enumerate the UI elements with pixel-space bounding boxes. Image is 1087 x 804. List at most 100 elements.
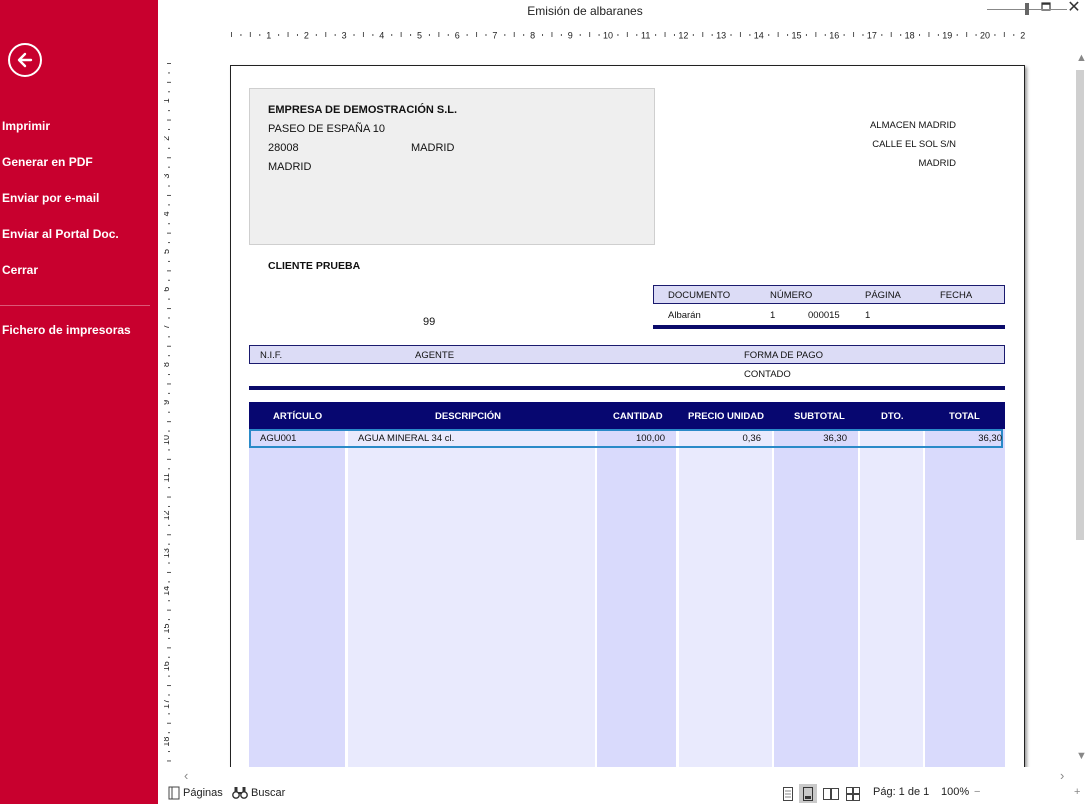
menu-cerrar[interactable]: Cerrar [2,263,38,277]
ruler-number: 6 [164,287,171,292]
ruler-tick [410,34,412,36]
zoom-level: 100% [941,786,970,798]
ruler-tick [1003,32,1005,37]
view-single-page-button[interactable] [779,784,797,803]
scroll-left-icon[interactable]: ‹ [184,768,188,783]
menu-enviar-portal[interactable]: Enviar al Portal Doc. [2,227,119,241]
ruler-tick [579,34,581,36]
doc-header-numero: NÚMERO [770,290,813,301]
ruler-number: 12 [678,31,688,41]
view-multi-pages-button[interactable] [844,784,862,803]
document-page: EMPRESA DE DEMOSTRACIÓN S.L. PASEO DE ES… [230,65,1025,767]
payment-header-nif: N.I.F. [260,350,283,361]
column-precio [679,429,772,767]
doc-header-pagina: PÁGINA [865,290,901,301]
company-postal-code: 28008 [268,142,299,154]
search-button[interactable]: Buscar [232,786,285,800]
lines-table-header: ARTÍCULO DESCRIPCIÓN CANTIDAD PRECIO UNI… [249,402,1005,429]
ruler-tick [167,270,171,272]
page-indicator: Pág: 1 de 1 [873,786,930,798]
ruler-number: 15 [791,31,801,41]
scroll-down-icon[interactable]: ▼ [1076,750,1087,762]
scroll-right-icon[interactable]: › [1060,768,1064,783]
ruler-tick [249,32,251,37]
ruler-number: 14 [754,31,764,41]
ruler-tick [168,223,170,225]
ruler-tick [168,166,170,168]
ruler-tick [966,32,968,37]
ruler-tick [711,34,713,36]
scroll-up-icon[interactable]: ▲ [1076,52,1087,64]
vertical-scrollbar[interactable]: ▲ ▼ [1073,50,1087,767]
ruler-tick [523,34,525,36]
ruler-tick [168,336,170,338]
ruler-tick [692,34,694,36]
doc-header-fecha: FECHA [940,290,973,301]
pages-button[interactable]: Páginas [168,786,223,800]
client-code: 99 [423,316,436,328]
ruler-tick [168,204,170,206]
ruler-tick [730,34,732,36]
ruler-tick [372,34,374,36]
warehouse-address: CALLE EL SOL S/N [872,139,956,150]
menu-generar-pdf[interactable]: Generar en PDF [2,155,93,169]
view-two-pages-button[interactable] [822,784,840,803]
column-total [925,429,1005,767]
ruler-tick [1013,34,1015,36]
th-total: TOTAL [949,411,980,422]
ruler-tick [167,157,171,159]
payment-underline [249,386,1005,390]
ruler-tick [287,32,289,37]
menu-fichero-impresoras[interactable]: Fichero de impresoras [2,323,131,337]
doc-value-serie: 1 [770,310,776,321]
th-cantidad: CANTIDAD [613,411,663,422]
column-cantidad [597,429,676,767]
ruler-tick [168,147,170,149]
ruler-tick [168,581,170,583]
ruler-tick [167,383,171,385]
ruler-number: 1 [164,98,171,103]
menu-enviar-email[interactable]: Enviar por e-mail [2,191,99,205]
ruler-tick [167,232,171,234]
horizontal-scrollbar[interactable]: ‹ › [180,767,1073,783]
ruler-number: 3 [164,174,171,179]
ruler-tick [168,298,170,300]
ruler-number: 5 [417,31,422,41]
vertical-scroll-thumb[interactable] [1076,70,1084,540]
ruler-tick [560,34,562,36]
client-name: CLIENTE PRUEBA [268,260,361,272]
view-page-width-button[interactable] [799,784,817,803]
ruler-number: 4 [379,31,384,41]
warehouse-name: ALMACEN MADRID [869,120,956,131]
ruler-number: 17 [867,31,877,41]
cell-precio: 0,36 [742,433,762,444]
company-province: MADRID [268,161,312,173]
close-button[interactable]: ✕ [1065,0,1083,18]
ruler-number: 20 [980,31,990,41]
ruler-tick [168,128,170,130]
ruler-tick [168,449,170,451]
ruler-tick [168,637,170,639]
ruler-tick [168,185,170,187]
ruler-number: 16 [829,31,839,41]
two-pages-icon [823,787,839,800]
ruler-tick [167,458,171,460]
ruler-number: 8 [530,31,535,41]
company-city: MADRID [411,142,455,154]
ruler-number: 7 [164,324,171,329]
ruler-tick [890,32,892,37]
zoom-out-button[interactable]: − [974,786,980,798]
ruler-tick [168,317,170,319]
ruler-tick [278,34,280,36]
th-descripcion: DESCRIPCIÓN [435,411,501,422]
status-bar: Páginas Buscar Pág: 1 de 1 100% − + [158,784,1087,804]
zoom-in-button[interactable]: + [1074,786,1080,798]
back-button[interactable] [8,43,42,77]
ruler-tick [168,751,170,753]
ruler-tick [168,619,170,621]
ruler-number: 18 [905,31,915,41]
menu-imprimir[interactable]: Imprimir [2,119,50,133]
ruler-tick [994,34,996,36]
ruler-tick [168,468,170,470]
zoom-slider-thumb[interactable] [1025,3,1029,15]
